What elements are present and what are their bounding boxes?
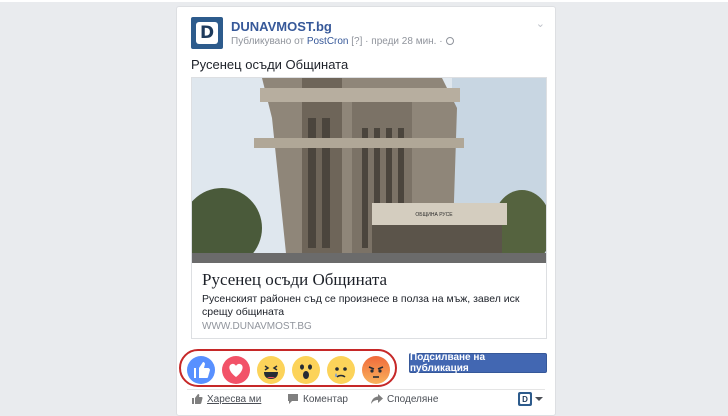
globe-icon [445,37,454,45]
share-action[interactable]: Споделяне [371,393,438,405]
post-text: Русенец осъди Общината [191,57,349,72]
post-card: D DUNAVMOST.bg Публикувано от PostCron [… [176,6,556,416]
page-avatar[interactable]: D [191,17,223,49]
post-actions: Харесва ми Коментар Споделяне D [191,392,545,413]
thumbs-up-icon [192,394,203,404]
page-logo-letter: D [196,22,218,44]
boost-post-button[interactable]: Подсилване на публикация [409,352,547,374]
link-description: Русенският районен съд се произнесе в по… [202,293,520,318]
link-preview-image[interactable]: ОБЩИНА РУСЕ [192,78,546,263]
page-selector[interactable]: D [518,392,543,406]
caret-down-icon [535,397,543,401]
comment-action[interactable]: Коментар [287,393,348,405]
top-border [0,0,728,2]
link-domain: WWW.DUNAVMOST.BG [202,321,312,332]
page-name-link[interactable]: DUNAVMOST.bg [231,19,332,34]
angry-icon[interactable] [362,356,390,384]
meta-app-link[interactable]: PostCron [307,36,349,47]
link-preview-card[interactable]: ОБЩИНА РУСЕ Русенец осъди Общината Русен… [191,77,547,339]
comment-label: Коментар [303,393,348,405]
reactions-bar [179,349,397,387]
wow-icon[interactable] [292,356,320,384]
haha-icon[interactable] [257,356,285,384]
share-label: Споделяне [387,393,439,405]
meta-suffix: [?] · преди 28 мин. · [348,36,443,47]
love-icon[interactable] [222,356,250,384]
like-label: Харесва ми [207,393,262,405]
share-icon [371,394,383,404]
page-avatar-small: D [518,392,532,406]
page-logo-letter-small: D [520,394,530,404]
chevron-down-icon[interactable]: ⌄ [536,17,545,30]
link-title[interactable]: Русенец осъди Общината [202,270,387,290]
comment-icon [288,394,298,404]
post-meta: Публикувано от PostCron [?] · преди 28 м… [231,36,454,47]
like-action[interactable]: Харесва ми [191,393,261,405]
building-sign: ОБЩИНА РУСЕ [415,212,453,218]
meta-prefix: Публикувано от [231,36,307,47]
sad-icon[interactable] [327,356,355,384]
like-icon[interactable] [187,356,215,384]
divider [187,389,545,390]
